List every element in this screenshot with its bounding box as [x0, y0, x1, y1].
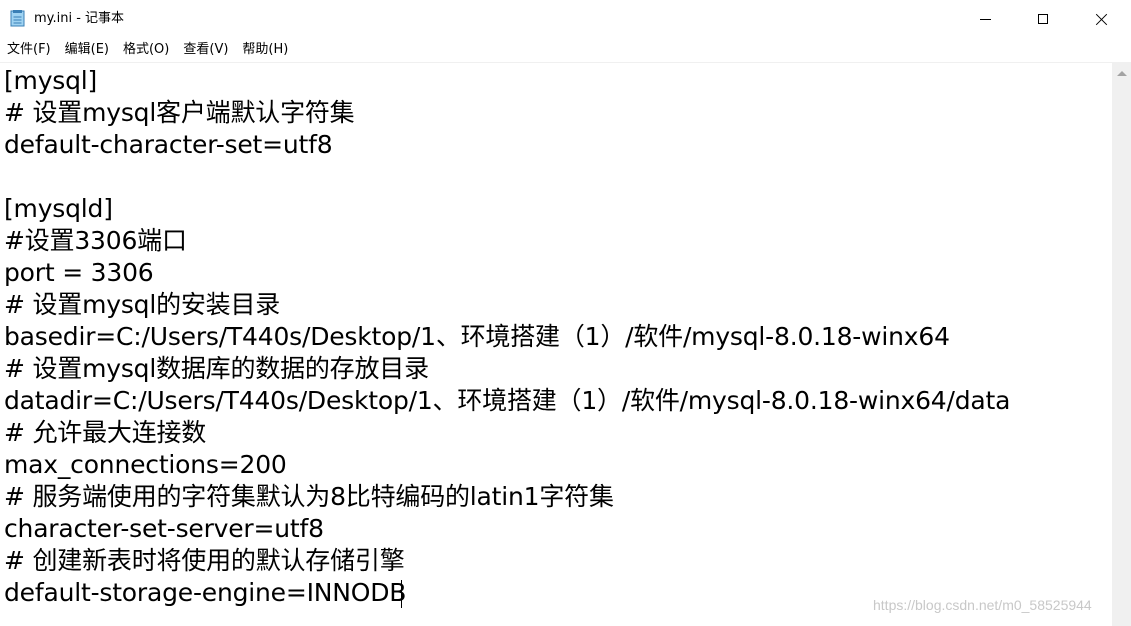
editor-line: # 设置mysql客户端默认字符集: [4, 98, 355, 127]
minimize-icon: [979, 18, 991, 20]
editor-line: max_connections=200: [4, 450, 287, 479]
editor-line: # 允许最大连接数: [4, 418, 207, 447]
menu-help[interactable]: 帮助(H): [235, 38, 295, 62]
title-bar[interactable]: my.ini - 记事本: [0, 0, 1131, 38]
editor-line: #设置3306端口: [4, 226, 187, 255]
editor-line: # 服务端使用的字符集默认为8比特编码的latin1字符集: [4, 482, 614, 511]
vertical-scrollbar[interactable]: [1112, 62, 1131, 626]
close-button[interactable]: [1072, 0, 1130, 38]
editor-line: default-storage-engine=INNODB: [4, 578, 407, 607]
close-icon: [1095, 13, 1108, 26]
scrollbar-track[interactable]: [1114, 84, 1129, 614]
editor-line: port = 3306: [4, 258, 154, 287]
editor-line: default-character-set=utf8: [4, 130, 333, 159]
editor-line: datadir=C:/Users/T440s/Desktop/1、环境搭建（1）…: [4, 386, 1011, 415]
text-editor[interactable]: [mysql] # 设置mysql客户端默认字符集 default-charac…: [0, 62, 1112, 626]
minimize-button[interactable]: [956, 0, 1014, 38]
window-title: my.ini - 记事本: [34, 11, 125, 26]
menu-edit[interactable]: 编辑(E): [58, 38, 116, 62]
menu-view[interactable]: 查看(V): [176, 38, 235, 62]
maximize-button[interactable]: [1014, 0, 1072, 38]
menu-format[interactable]: 格式(O): [116, 38, 176, 62]
editor-line: character-set-server=utf8: [4, 514, 324, 543]
editor-line: # 设置mysql的安装目录: [4, 290, 281, 319]
maximize-icon: [1038, 14, 1048, 24]
editor-line: # 创建新表时将使用的默认存储引擎: [4, 546, 405, 575]
scroll-up-arrow-icon[interactable]: [1117, 71, 1127, 76]
editor-line: # 设置mysql数据库的数据的存放目录: [4, 354, 429, 383]
menu-bar: 文件(F) 编辑(E) 格式(O) 查看(V) 帮助(H): [0, 38, 1131, 62]
notepad-icon: [10, 10, 25, 27]
editor-line: [mysqld]: [4, 194, 113, 223]
menu-file[interactable]: 文件(F): [0, 38, 58, 62]
editor-line: basedir=C:/Users/T440s/Desktop/1、环境搭建（1）…: [4, 322, 950, 351]
text-caret: [401, 580, 402, 608]
watermark: https://blog.csdn.net/m0_58525944: [873, 597, 1092, 613]
editor-line: [mysql]: [4, 66, 98, 95]
notepad-window: my.ini - 记事本 文件(F) 编辑(E) 格式(O) 查看(V) 帮助(…: [0, 0, 1131, 626]
